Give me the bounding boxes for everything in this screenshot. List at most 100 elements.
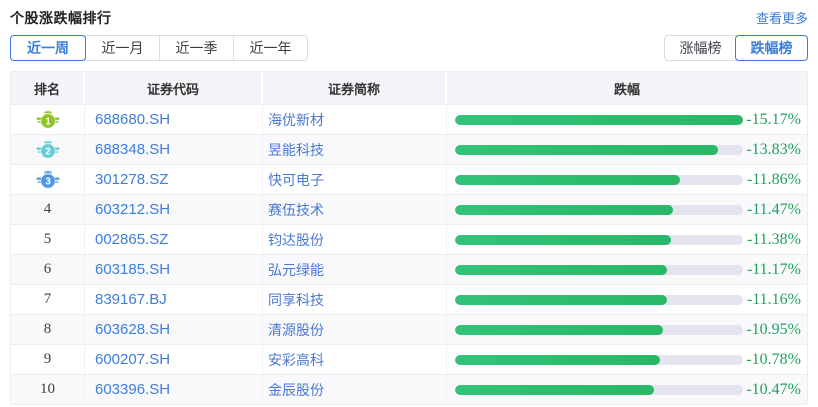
decline-bar-track	[455, 355, 743, 365]
stock-code-link[interactable]: 603628.SH	[95, 321, 170, 338]
decline-percent: -10.95%	[743, 321, 801, 339]
name-cell: 赛伍技术	[263, 195, 447, 224]
decline-percent: -10.78%	[743, 351, 801, 369]
table-row[interactable]: 7 839167.BJ 同享科技 -11.16%	[11, 284, 807, 314]
decline-bar-track	[455, 265, 743, 275]
table-row[interactable]: 9 600207.SH 安彩高科 -10.78%	[11, 344, 807, 374]
stock-name-link[interactable]: 同享科技	[268, 290, 324, 310]
stock-name-link[interactable]: 弘元绿能	[268, 260, 324, 280]
decline-bar-track	[455, 175, 743, 185]
view-more-link[interactable]: 查看更多	[756, 8, 808, 27]
name-cell: 钧达股份	[263, 225, 447, 254]
table-row[interactable]: 10 603396.SH 金辰股份 -10.47%	[11, 374, 807, 404]
code-cell: 301278.SZ	[85, 165, 263, 194]
tab-period-year[interactable]: 近一年	[233, 36, 307, 60]
table-row[interactable]: 3 301278.SZ 快可电子 -11.86%	[11, 164, 807, 194]
decline-percent: -15.17%	[743, 111, 801, 129]
name-cell: 清源股份	[263, 315, 447, 344]
stock-ranking-widget: 个股涨跌幅排行 查看更多 近一周近一月近一季近一年 涨幅榜跌幅榜 排名 证券代码…	[0, 0, 818, 405]
rank-cell: 1	[11, 105, 85, 134]
table-row[interactable]: 8 603628.SH 清源股份 -10.95%	[11, 314, 807, 344]
code-cell: 839167.BJ	[85, 285, 263, 314]
tab-board-gainers[interactable]: 涨幅榜	[665, 36, 736, 60]
rank-2-medal-icon: 2	[36, 139, 60, 160]
change-cell: -13.83%	[447, 135, 807, 164]
stock-name-link[interactable]: 赛伍技术	[268, 200, 324, 220]
stock-name-link[interactable]: 海优新材	[268, 110, 324, 130]
table-header-row: 排名 证券代码 证券简称 跌幅	[11, 72, 807, 104]
ranking-table: 排名 证券代码 证券简称 跌幅 1 688680.SH 海优新材 -15.17%…	[10, 71, 808, 405]
column-header-change: 跌幅	[447, 72, 807, 104]
decline-bar-fill	[455, 355, 660, 365]
svg-text:2: 2	[45, 147, 51, 158]
rank-number: 6	[44, 261, 52, 278]
rank-cell: 9	[11, 345, 85, 374]
title-row: 个股涨跌幅排行 查看更多	[10, 8, 808, 27]
decline-bar-track	[455, 385, 743, 395]
stock-code-link[interactable]: 002865.SZ	[95, 231, 168, 248]
change-cell: -10.47%	[447, 375, 807, 404]
code-cell: 603396.SH	[85, 375, 263, 404]
column-header-code: 证券代码	[85, 72, 263, 104]
stock-name-link[interactable]: 安彩高科	[268, 350, 324, 370]
rank-cell: 10	[11, 375, 85, 404]
page-title: 个股涨跌幅排行	[10, 8, 112, 28]
table-row[interactable]: 2 688348.SH 昱能科技 -13.83%	[11, 134, 807, 164]
decline-bar-fill	[455, 205, 673, 215]
decline-percent: -10.47%	[743, 381, 801, 399]
board-tab-group: 涨幅榜跌幅榜	[664, 35, 808, 61]
stock-code-link[interactable]: 600207.SH	[95, 351, 170, 368]
tab-period-week[interactable]: 近一周	[10, 35, 86, 61]
table-row[interactable]: 4 603212.SH 赛伍技术 -11.47%	[11, 194, 807, 224]
decline-bar-track	[455, 235, 743, 245]
stock-name-link[interactable]: 钧达股份	[268, 230, 324, 250]
decline-bar-track	[455, 115, 743, 125]
stock-code-link[interactable]: 603212.SH	[95, 201, 170, 218]
svg-text:3: 3	[45, 177, 51, 188]
stock-code-link[interactable]: 603396.SH	[95, 381, 170, 398]
code-cell: 603212.SH	[85, 195, 263, 224]
rank-cell: 5	[11, 225, 85, 254]
decline-bar-fill	[455, 385, 654, 395]
tab-period-quarter[interactable]: 近一季	[159, 36, 233, 60]
svg-text:1: 1	[45, 117, 51, 128]
stock-code-link[interactable]: 839167.BJ	[95, 291, 167, 308]
change-cell: -10.78%	[447, 345, 807, 374]
code-cell: 002865.SZ	[85, 225, 263, 254]
tab-board-losers[interactable]: 跌幅榜	[735, 35, 808, 61]
rank-number: 5	[44, 231, 52, 248]
change-cell: -11.47%	[447, 195, 807, 224]
table-row[interactable]: 1 688680.SH 海优新材 -15.17%	[11, 104, 807, 134]
stock-name-link[interactable]: 清源股份	[268, 320, 324, 340]
code-cell: 603628.SH	[85, 315, 263, 344]
decline-bar-fill	[455, 325, 663, 335]
stock-code-link[interactable]: 688680.SH	[95, 111, 170, 128]
rank-number: 7	[44, 291, 52, 308]
decline-bar-track	[455, 205, 743, 215]
period-tab-group: 近一周近一月近一季近一年	[10, 35, 308, 61]
decline-bar-fill	[455, 145, 718, 155]
decline-bar-track	[455, 145, 743, 155]
rank-3-medal-icon: 3	[36, 169, 60, 190]
stock-name-link[interactable]: 快可电子	[268, 170, 324, 190]
code-cell: 600207.SH	[85, 345, 263, 374]
stock-name-link[interactable]: 昱能科技	[268, 140, 324, 160]
tabs-row: 近一周近一月近一季近一年 涨幅榜跌幅榜	[10, 35, 808, 61]
name-cell: 安彩高科	[263, 345, 447, 374]
change-cell: -11.38%	[447, 225, 807, 254]
stock-code-link[interactable]: 301278.SZ	[95, 171, 168, 188]
stock-code-link[interactable]: 603185.SH	[95, 261, 170, 278]
tab-period-month[interactable]: 近一月	[85, 36, 159, 60]
rank-cell: 8	[11, 315, 85, 344]
name-cell: 同享科技	[263, 285, 447, 314]
table-row[interactable]: 5 002865.SZ 钧达股份 -11.38%	[11, 224, 807, 254]
rank-number: 9	[44, 351, 52, 368]
change-cell: -11.17%	[447, 255, 807, 284]
name-cell: 弘元绿能	[263, 255, 447, 284]
column-header-name: 证券简称	[263, 72, 447, 104]
table-row[interactable]: 6 603185.SH 弘元绿能 -11.17%	[11, 254, 807, 284]
rank-cell: 2	[11, 135, 85, 164]
stock-code-link[interactable]: 688348.SH	[95, 141, 170, 158]
stock-name-link[interactable]: 金辰股份	[268, 380, 324, 400]
change-cell: -11.86%	[447, 165, 807, 194]
